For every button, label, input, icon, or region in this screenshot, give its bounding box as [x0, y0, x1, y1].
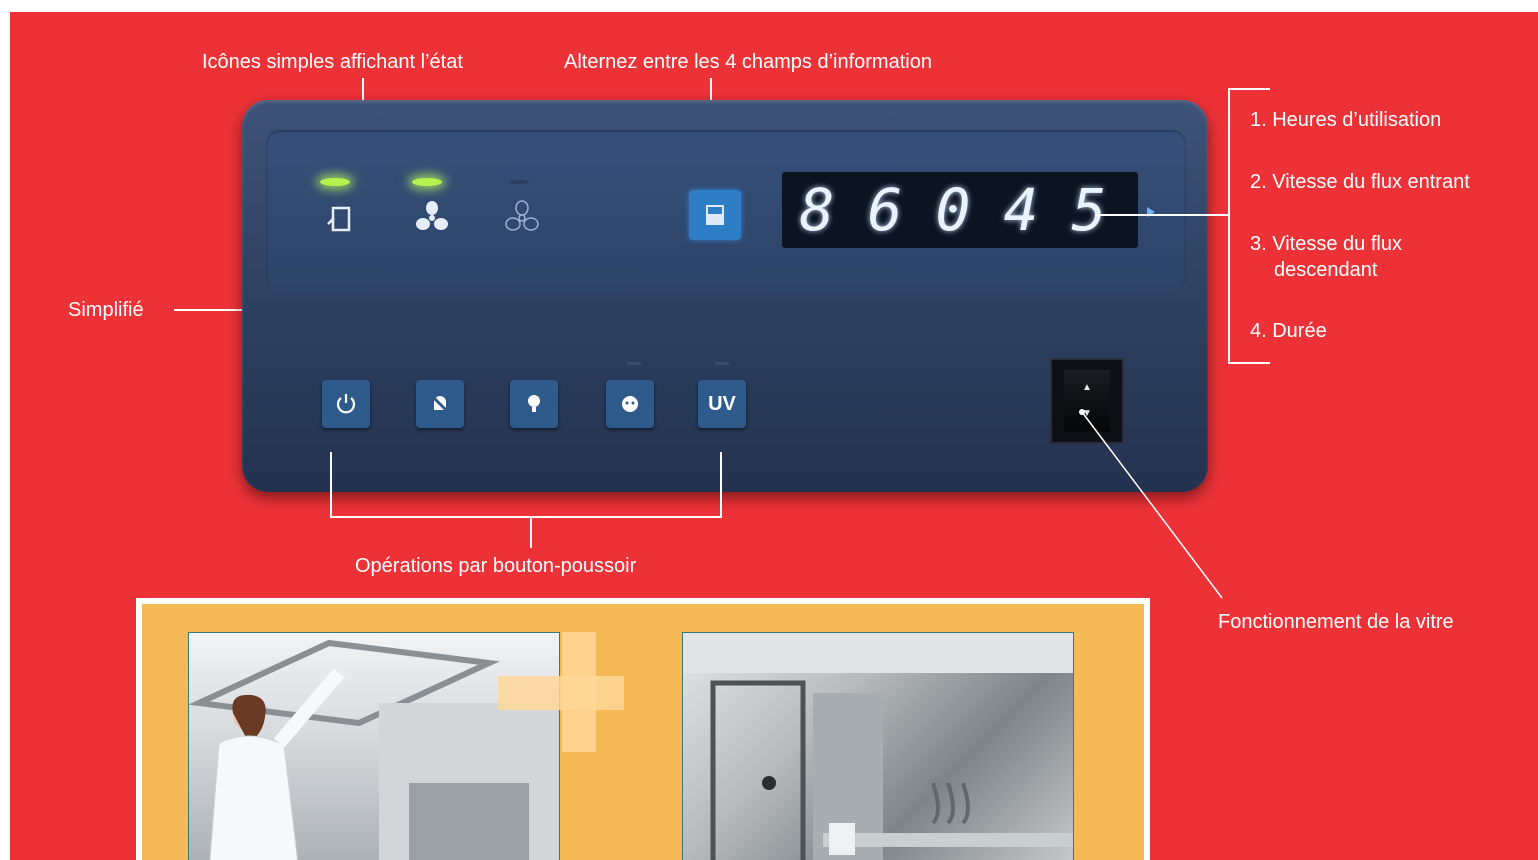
fan-icon: [412, 198, 452, 238]
info-field-1: 1. Heures d’utilisation: [1250, 109, 1442, 131]
info-bracket: [1228, 88, 1230, 364]
sash-icon: [320, 198, 360, 238]
toggle-fields-button[interactable]: [689, 190, 741, 240]
outlet-status-led: [627, 362, 641, 365]
outlet-button[interactable]: [606, 380, 654, 428]
push-buttons-label: Opérations par bouton-poussoir: [355, 555, 637, 577]
fan-status-led: [412, 178, 442, 186]
display-leader: [1096, 214, 1230, 216]
alarm-mute-button[interactable]: [416, 380, 464, 428]
push-bracket-bottom: [330, 516, 722, 518]
sash-leader: [1079, 409, 1223, 599]
cabinet-interior-photo: [682, 632, 1074, 860]
control-panel: 8 6 0 4 5 UV ▲ ▼: [242, 100, 1208, 492]
uv-button[interactable]: UV: [698, 380, 746, 428]
arrow-up-icon: ▲: [1082, 382, 1092, 393]
info-bracket-top: [1228, 88, 1270, 90]
display-digit: 0: [935, 176, 971, 244]
fan-outline-status-led: [509, 180, 529, 184]
display-digit: 8: [799, 176, 835, 244]
uv-status-led: [715, 362, 729, 365]
seven-segment-display: 8 6 0 4 5: [782, 172, 1138, 248]
stage: Icônes simples affichant l’état Alternez…: [10, 12, 1538, 860]
display-digit: 4: [1003, 176, 1039, 244]
push-bracket-right: [720, 452, 722, 518]
power-button[interactable]: [322, 380, 370, 428]
info-field-3: 3. Vitesse du flux: [1250, 233, 1402, 255]
info-field-2: 2. Vitesse du flux entrant: [1250, 171, 1470, 193]
push-bracket-left: [330, 452, 332, 518]
info-bracket-bottom: [1228, 362, 1270, 364]
display-digit: 6: [867, 176, 903, 244]
sash-lift-photo: [188, 632, 560, 860]
sash-operation-label: Fonctionnement de la vitre: [1218, 611, 1454, 633]
status-icons-label: Icônes simples affichant l’état: [202, 51, 463, 73]
info-field-4: 4. Durée: [1250, 320, 1327, 342]
display-digit: 5: [1071, 176, 1107, 244]
fan-outline-icon: [502, 198, 542, 238]
simplified-label: Simplifié: [68, 299, 144, 321]
light-button[interactable]: [510, 380, 558, 428]
plus-icon-horizontal: [498, 676, 624, 710]
photo-frame: [136, 598, 1150, 860]
toggle-fields-label: Alternez entre les 4 champs d’informatio…: [564, 51, 932, 73]
info-field-3-cont: descendant: [1274, 259, 1378, 281]
push-bracket-stem: [530, 518, 532, 548]
sash-status-led: [320, 178, 350, 186]
